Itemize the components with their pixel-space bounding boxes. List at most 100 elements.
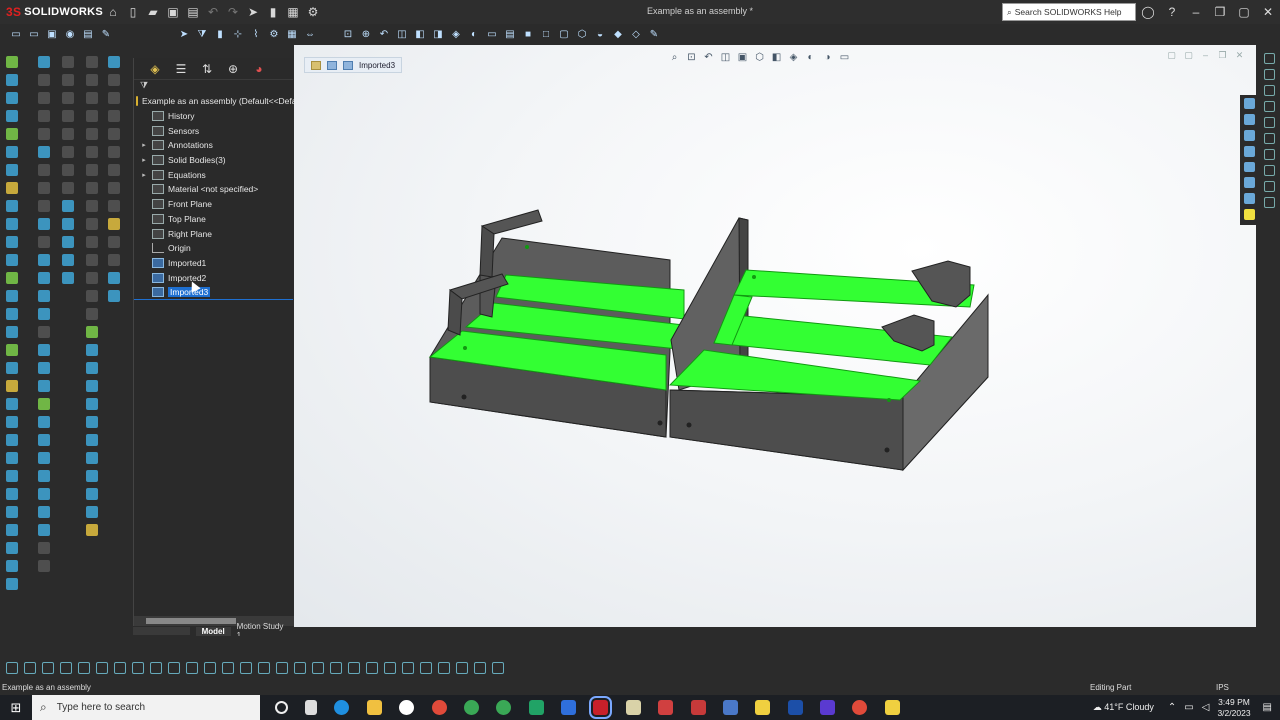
block-icon[interactable] bbox=[6, 578, 18, 590]
quick-snap-icon[interactable] bbox=[6, 362, 18, 374]
sketch-toolbar-icon-17[interactable] bbox=[294, 662, 306, 674]
end-cap-icon[interactable] bbox=[86, 110, 98, 122]
feature-fillet-icon[interactable] bbox=[38, 218, 50, 230]
sketch-toolbar-icon-19[interactable] bbox=[330, 662, 342, 674]
sheet-metal-icon[interactable] bbox=[38, 398, 50, 410]
sketch-toolbar-icon-27[interactable] bbox=[474, 662, 486, 674]
curvature-icon[interactable] bbox=[108, 236, 120, 248]
repair-icon[interactable] bbox=[6, 344, 18, 356]
offset-icon[interactable] bbox=[6, 218, 18, 230]
view-orientation-icon[interactable]: ◧ bbox=[412, 26, 428, 42]
revolved-cut-icon[interactable] bbox=[38, 182, 50, 194]
perspective-icon[interactable]: ⬡ bbox=[574, 26, 590, 42]
measure-icon[interactable]: ⌇ bbox=[248, 26, 264, 42]
sketch-toolbar-icon-4[interactable] bbox=[60, 662, 72, 674]
wireframe-icon[interactable]: □ bbox=[538, 26, 554, 42]
symmetry-check-icon[interactable] bbox=[108, 254, 120, 266]
dimension-icon[interactable] bbox=[6, 308, 18, 320]
sketch-toolbar-icon-22[interactable] bbox=[384, 662, 396, 674]
sketch-toolbar-icon-10[interactable] bbox=[168, 662, 180, 674]
task-view-icon[interactable] bbox=[305, 700, 318, 715]
split-icon[interactable] bbox=[86, 470, 98, 482]
mass-properties-icon[interactable] bbox=[108, 74, 120, 86]
tooling-split-icon[interactable] bbox=[86, 254, 98, 266]
flex-icon[interactable] bbox=[86, 398, 98, 410]
sketch-toolbar-icon-21[interactable] bbox=[366, 662, 378, 674]
scale-icon[interactable] bbox=[86, 272, 98, 284]
extruded-boss-icon[interactable] bbox=[38, 56, 50, 68]
home-icon[interactable]: ⌂ bbox=[104, 4, 122, 20]
filter-icon[interactable]: ⧩ bbox=[194, 26, 210, 42]
deform-icon[interactable] bbox=[86, 416, 98, 428]
hidden-lines-icon[interactable]: ▢ bbox=[556, 26, 572, 42]
pointer-icon[interactable]: ➤ bbox=[176, 26, 192, 42]
sketch-toolbar-icon-16[interactable] bbox=[276, 662, 288, 674]
geometry-analysis-icon[interactable] bbox=[108, 146, 120, 158]
sketch-toolbar-icon-5[interactable] bbox=[78, 662, 90, 674]
direct-edit-icon[interactable] bbox=[86, 326, 98, 338]
user-icon[interactable]: ◯ bbox=[1136, 5, 1160, 19]
zoom-fit-icon[interactable]: ⊡ bbox=[340, 26, 356, 42]
sketch-toolbar-icon-2[interactable] bbox=[24, 662, 36, 674]
cortana-icon[interactable] bbox=[274, 701, 288, 714]
arc-tool-icon[interactable] bbox=[1263, 117, 1275, 128]
grid-icon[interactable] bbox=[6, 560, 18, 572]
move-copy-body-icon[interactable] bbox=[86, 488, 98, 500]
part-model[interactable] bbox=[294, 45, 1256, 627]
shadows-icon[interactable]: ◒ bbox=[592, 26, 608, 42]
sketch-toolbar-icon-26[interactable] bbox=[456, 662, 468, 674]
split-line-icon[interactable] bbox=[86, 308, 98, 320]
mirror-tool-icon[interactable] bbox=[1263, 197, 1275, 208]
rectangle-icon[interactable] bbox=[6, 74, 18, 86]
deviation-analysis-icon[interactable] bbox=[108, 290, 120, 302]
spline-icon[interactable] bbox=[6, 128, 18, 140]
fillet-icon[interactable] bbox=[6, 182, 18, 194]
indent-icon[interactable] bbox=[86, 434, 98, 446]
home-view-icon[interactable] bbox=[1243, 98, 1255, 109]
pdf-tool-icon[interactable] bbox=[561, 700, 577, 715]
status-units[interactable]: IPS bbox=[1216, 683, 1229, 692]
pattern-icon[interactable] bbox=[6, 272, 18, 284]
filled-surface-icon[interactable] bbox=[62, 146, 74, 158]
draft-icon[interactable] bbox=[38, 272, 50, 284]
weld-bead-icon[interactable] bbox=[86, 74, 98, 86]
property-manager-tab-icon[interactable]: ☰ bbox=[168, 62, 194, 76]
sketch-toolbar-icon-28[interactable] bbox=[492, 662, 504, 674]
layout-icon[interactable]: ▦ bbox=[284, 26, 300, 42]
spline-tool-icon[interactable] bbox=[1263, 133, 1275, 144]
tree-root[interactable]: Example as an assembly (Default<<Defa bbox=[134, 94, 297, 109]
conic-icon[interactable] bbox=[6, 488, 18, 500]
sketch-toolbar-icon-12[interactable] bbox=[204, 662, 216, 674]
restore-icon[interactable]: ❐ bbox=[1208, 5, 1232, 19]
surface-extrude-icon[interactable] bbox=[62, 56, 74, 68]
tree-item-solid-bodies[interactable]: ▸ Solid Bodies(3) bbox=[134, 153, 293, 168]
circle-tool-icon[interactable] bbox=[1263, 101, 1275, 112]
zoom-area-icon[interactable]: ⊕ bbox=[358, 26, 374, 42]
tree-item-material[interactable]: Material <not specified> bbox=[134, 182, 293, 197]
cavity-icon[interactable] bbox=[86, 290, 98, 302]
solidworks-logo[interactable]: 3S SOLIDWORKS bbox=[0, 5, 103, 19]
tree-item-annotations[interactable]: ▸ Annotations bbox=[134, 138, 293, 153]
line-icon[interactable] bbox=[6, 56, 18, 68]
tab-model[interactable]: Model bbox=[195, 626, 231, 636]
intersection-icon[interactable] bbox=[6, 542, 18, 554]
notepad-icon[interactable] bbox=[625, 700, 641, 715]
sketch-toolbar-icon-1[interactable] bbox=[6, 662, 18, 674]
sketch-toolbar-icon-8[interactable] bbox=[132, 662, 144, 674]
lofted-boss-icon[interactable] bbox=[38, 110, 50, 122]
filter-icon[interactable]: ⧩ bbox=[134, 80, 293, 94]
thickness-analysis-icon[interactable] bbox=[108, 164, 120, 176]
slot-icon[interactable] bbox=[6, 146, 18, 158]
sketch-toolbar-icon-24[interactable] bbox=[420, 662, 432, 674]
new-document-icon[interactable]: ▯ bbox=[124, 4, 142, 20]
file-explorer-icon[interactable] bbox=[1243, 145, 1255, 157]
core-icon[interactable] bbox=[86, 218, 98, 230]
boundary-boss-icon[interactable] bbox=[38, 128, 50, 140]
imported1-body[interactable] bbox=[428, 209, 685, 438]
relation-icon[interactable] bbox=[6, 326, 18, 338]
help-icon[interactable]: ? bbox=[1160, 5, 1184, 19]
jog-icon[interactable] bbox=[38, 488, 50, 500]
graphics-area[interactable]: Imported3 ⌕ ⊡ ↶ ◫ ▣ ⬡ ◧ ◈ ◐ ◑ ▭ ▢ ▢ – ❐ … bbox=[294, 45, 1256, 627]
cut-icon[interactable]: ▤ bbox=[80, 26, 96, 42]
print-icon[interactable]: ▤ bbox=[184, 4, 202, 20]
